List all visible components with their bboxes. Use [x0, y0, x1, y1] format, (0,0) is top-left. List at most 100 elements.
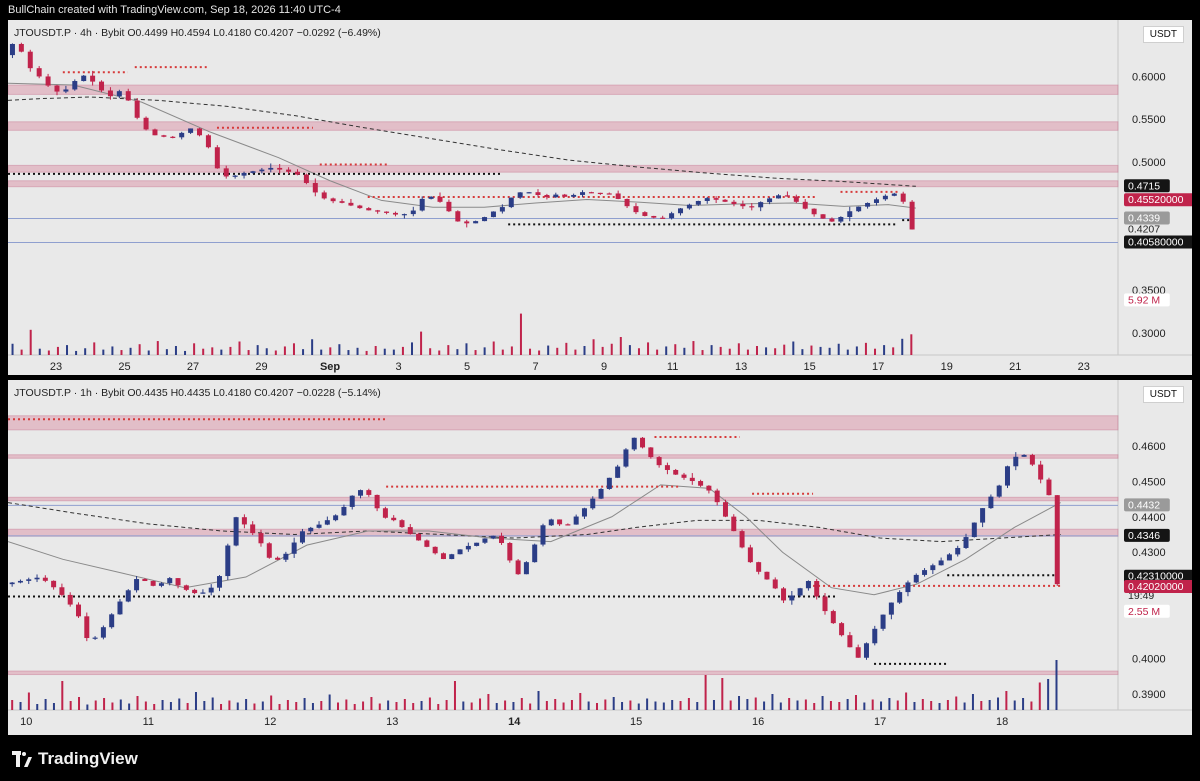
unit-badge-1h[interactable]: USDT — [1142, 386, 1184, 403]
volume-bar — [136, 696, 139, 710]
candle-body — [117, 601, 123, 615]
supply-zone — [8, 415, 1119, 431]
candle-body — [775, 195, 781, 199]
volume-bar — [378, 703, 381, 710]
volume-bar — [412, 703, 415, 710]
tradingview-logo[interactable]: TradingView — [12, 749, 138, 769]
candle-body — [432, 546, 438, 554]
price-tick-label: 0.5500 — [1132, 114, 1166, 126]
price-label-text: 0.42020000 — [1128, 581, 1184, 593]
volume-bar — [754, 697, 757, 710]
time-tick-label: 12 — [264, 716, 276, 728]
volume-bar — [20, 349, 23, 355]
volume-bar — [592, 339, 595, 355]
candle-body — [581, 508, 587, 517]
volume-bar — [236, 702, 239, 710]
candle-body — [938, 560, 944, 566]
volume-bar — [52, 703, 55, 710]
candle-body — [897, 592, 903, 603]
volume-bar — [647, 342, 650, 355]
candle-body — [100, 627, 106, 638]
time-tick-label: 9 — [601, 361, 607, 373]
unit-badge-4h[interactable]: USDT — [1142, 26, 1184, 43]
supply-zone — [8, 496, 1119, 502]
candle-body — [330, 198, 336, 202]
candle-body — [793, 196, 799, 202]
chart-panel-4h[interactable]: 0.6000 0.5500 0.5000 0.3500 0.3000 23 25 27 29 Se… — [8, 20, 1192, 375]
volume-bar — [728, 348, 731, 355]
volume-bar — [178, 698, 181, 710]
volume-bar — [955, 696, 958, 710]
volume-bar — [587, 701, 590, 710]
candle-body — [241, 172, 247, 176]
candle-body — [615, 193, 621, 199]
volume-bar — [619, 337, 622, 355]
volume-bar — [320, 349, 323, 355]
volume-bar — [855, 346, 858, 355]
candle-body — [781, 588, 787, 601]
price-tick-label: 0.4400 — [1132, 512, 1166, 524]
volume-bar — [29, 329, 32, 355]
candle-body — [749, 206, 755, 208]
candle-body — [695, 200, 701, 205]
volume-bar — [813, 703, 816, 710]
candle-body — [764, 571, 770, 580]
candle-body — [631, 437, 637, 450]
candle-body — [391, 517, 397, 521]
candle-body — [161, 135, 167, 137]
volume-bar — [765, 347, 768, 355]
volume-bar — [863, 702, 866, 710]
volume-bar — [792, 341, 795, 355]
candle-body — [455, 211, 461, 222]
volume-bar — [529, 348, 532, 355]
volume-bar — [94, 700, 97, 710]
volume-bar — [479, 698, 482, 710]
volume-bar — [997, 697, 1000, 710]
volume-bar — [229, 346, 232, 355]
volume-bar — [604, 699, 607, 710]
volume-bar — [556, 347, 559, 355]
candle-body — [648, 447, 654, 458]
volume-bar — [295, 702, 298, 710]
volume-bar — [78, 697, 81, 710]
volume-bar — [174, 346, 177, 355]
volume-bar — [286, 700, 289, 710]
candle-body — [499, 535, 505, 544]
candle-body — [465, 545, 471, 550]
time-tick-label: 18 — [996, 716, 1008, 728]
candle-body — [756, 562, 762, 572]
candle-body — [526, 192, 532, 194]
chart-4h-svg[interactable]: 0.60000.55000.50000.35000.300023 25 27 29 Se… — [8, 20, 1192, 375]
chart-1h-svg[interactable]: 0.4600 0.4500 0.4400 0.4300 0.4000 0.3900 10 11… — [8, 380, 1192, 735]
volume-bar — [1047, 679, 1050, 710]
candle-body — [374, 494, 380, 509]
volume-bar — [628, 345, 631, 355]
candle-body — [424, 540, 430, 547]
volume-bar — [128, 703, 131, 710]
candle-body — [686, 204, 692, 209]
candle-body — [669, 213, 675, 219]
candle-body — [1013, 456, 1019, 467]
price-tick-label: 0.4000 — [1132, 654, 1166, 666]
candle-body — [565, 524, 571, 526]
candle-body — [588, 192, 594, 194]
attribution-text: BullChain created with TradingView.com, … — [8, 4, 341, 16]
chart-panel-1h[interactable]: 0.4600 0.4500 0.4400 0.4300 0.4000 0.3900 10 11… — [8, 380, 1192, 735]
supply-zone — [8, 121, 1119, 131]
volume-bar — [828, 347, 831, 355]
volume-bar — [512, 702, 515, 710]
price-label-text: 0.4346 — [1128, 530, 1160, 542]
volume-bar — [253, 703, 256, 710]
volume-bar — [129, 347, 132, 355]
volume-bar — [538, 350, 541, 355]
volume-bar — [383, 348, 386, 355]
candle-body — [872, 628, 878, 644]
time-tick-label: 10 — [20, 716, 32, 728]
volume-bar — [392, 349, 395, 355]
volume-bar — [946, 700, 949, 710]
volume-bar — [401, 346, 404, 355]
volume-bar — [737, 343, 740, 355]
volume-bar — [193, 343, 196, 355]
candle-body — [597, 192, 603, 195]
volume-bar — [864, 342, 867, 355]
